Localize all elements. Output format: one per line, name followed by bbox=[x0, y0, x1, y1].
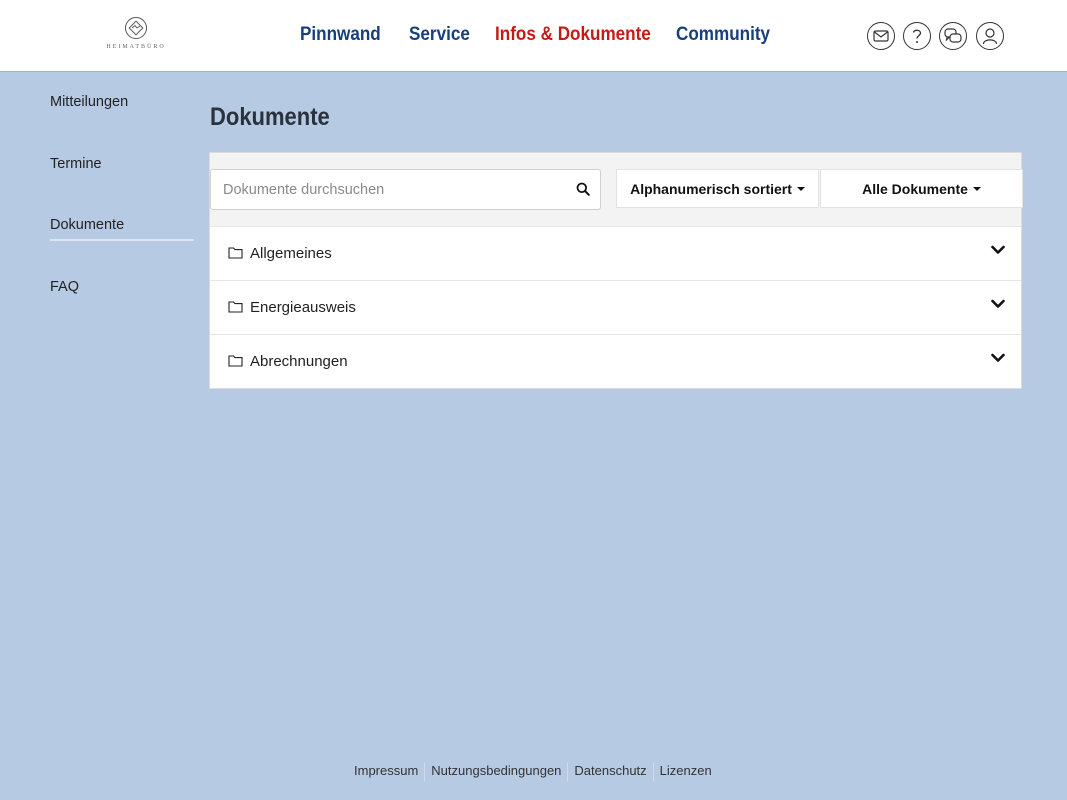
sidebar-item-mitteilungen[interactable]: Mitteilungen bbox=[50, 94, 194, 116]
top-header: HEIMATBÜRO Pinnwand Service Infos & Doku… bbox=[0, 0, 1067, 72]
chat-icon bbox=[944, 28, 962, 43]
help-button[interactable] bbox=[903, 22, 931, 50]
nav-item-pinnwand[interactable]: Pinnwand bbox=[300, 24, 381, 46]
caret-down-icon bbox=[796, 186, 805, 191]
chevron-down-icon[interactable] bbox=[991, 245, 1005, 255]
user-icon bbox=[982, 28, 998, 45]
documents-panel: Alphanumerisch sortiert Alle Dokumente A… bbox=[209, 152, 1023, 389]
footer: Impressum Nutzungsbedingungen Datenschutz L… bbox=[348, 763, 718, 781]
page-title: Dokumente bbox=[210, 103, 330, 131]
folder-label: Allgemeines bbox=[250, 245, 332, 262]
sidebar-item-dokumente[interactable]: Dokumente bbox=[50, 217, 194, 241]
sort-dropdown[interactable]: Alphanumerisch sortiert bbox=[616, 169, 819, 208]
footer-link-nutzungsbedingungen[interactable]: Nutzungsbedingungen bbox=[425, 763, 567, 778]
folder-list: Allgemeines Energieausweis Abrechnungen bbox=[210, 226, 1021, 388]
chat-button[interactable] bbox=[939, 22, 967, 50]
folder-row[interactable]: Allgemeines bbox=[210, 226, 1021, 280]
footer-link-impressum[interactable]: Impressum bbox=[348, 763, 424, 778]
search-input[interactable] bbox=[223, 170, 563, 209]
nav-item-community[interactable]: Community bbox=[676, 24, 770, 46]
sort-dropdown-label: Alphanumerisch sortiert bbox=[630, 180, 792, 197]
mail-icon bbox=[873, 30, 889, 42]
heimatbuero-logo[interactable]: HEIMATBÜRO bbox=[104, 16, 168, 58]
search-button[interactable] bbox=[576, 182, 590, 201]
nav-item-infos-dokumente[interactable]: Infos & Dokumente bbox=[495, 24, 651, 46]
folder-row[interactable]: Abrechnungen bbox=[210, 334, 1021, 388]
filter-dropdown-label: Alle Dokumente bbox=[862, 180, 968, 197]
filter-dropdown[interactable]: Alle Dokumente bbox=[820, 169, 1023, 208]
folder-label: Abrechnungen bbox=[250, 353, 348, 370]
folder-icon bbox=[228, 355, 243, 367]
folder-row[interactable]: Energieausweis bbox=[210, 280, 1021, 334]
folder-icon bbox=[228, 301, 243, 313]
logo-text: HEIMATBÜRO bbox=[106, 44, 166, 50]
search-icon bbox=[576, 182, 590, 196]
chevron-down-icon[interactable] bbox=[991, 299, 1005, 309]
sidebar-item-faq[interactable]: FAQ bbox=[50, 279, 194, 301]
profile-button[interactable] bbox=[976, 22, 1004, 50]
logo-mark-icon bbox=[125, 17, 147, 39]
sidebar-item-termine[interactable]: Termine bbox=[50, 156, 194, 178]
chevron-down-icon[interactable] bbox=[991, 353, 1005, 363]
footer-link-datenschutz[interactable]: Datenschutz bbox=[568, 763, 652, 778]
help-icon bbox=[912, 29, 922, 43]
search-box bbox=[210, 169, 601, 210]
footer-link-lizenzen[interactable]: Lizenzen bbox=[654, 763, 718, 778]
folder-icon bbox=[228, 247, 243, 259]
nav-item-service[interactable]: Service bbox=[409, 24, 470, 46]
mail-button[interactable] bbox=[867, 22, 895, 50]
caret-down-icon bbox=[972, 186, 981, 191]
folder-label: Energieausweis bbox=[250, 299, 356, 316]
